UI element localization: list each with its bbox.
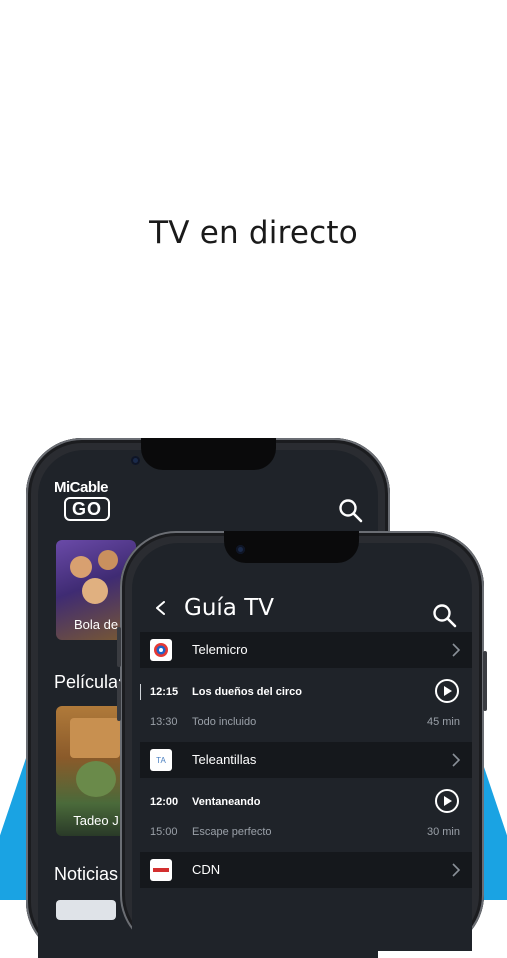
next-time: 15:00	[150, 826, 178, 838]
channel-name: Telemicro	[192, 642, 248, 657]
play-icon[interactable]	[434, 788, 460, 814]
now-time: 12:00	[150, 796, 179, 808]
current-time-marker	[140, 684, 141, 700]
channel-row-telemicro[interactable]: Telemicro	[140, 632, 472, 668]
now-time: 12:15	[150, 686, 179, 698]
channel-name: CDN	[192, 862, 221, 877]
next-title[interactable]: Todo incluido	[192, 716, 256, 728]
remaining-duration: 45 min	[426, 716, 460, 728]
search-icon[interactable]	[432, 603, 458, 629]
channel-row-cdn[interactable]: CDN	[140, 852, 472, 888]
play-icon[interactable]	[434, 678, 460, 704]
front-phone-frame: Guía TV Telemicro 12:15 Los dueños del c…	[117, 531, 487, 951]
svg-text:TA: TA	[156, 756, 166, 765]
chevron-right-icon	[452, 643, 461, 657]
front-phone-screen: Guía TV Telemicro 12:15 Los dueños del c…	[132, 543, 472, 951]
chevron-right-icon	[452, 863, 461, 877]
program-block-telemicro: 12:15 Los dueños del circo 13:30 Todo in…	[140, 674, 472, 744]
back-arrow-icon[interactable]	[154, 601, 168, 615]
news-thumbnail[interactable]	[56, 900, 116, 920]
next-title[interactable]: Escape perfecto	[192, 826, 272, 838]
page-title: Guía TV	[184, 595, 274, 621]
front-phone-notch	[224, 531, 359, 563]
chevron-right-icon	[452, 753, 461, 767]
camera-icon	[131, 456, 140, 465]
now-title[interactable]: Ventaneando	[192, 796, 260, 808]
program-block-teleantillas: 12:00 Ventaneando 15:00 Escape perfecto …	[140, 784, 472, 854]
headline: TV en directo	[149, 215, 358, 251]
teleantillas-logo-icon: TA	[150, 749, 172, 771]
channel-row-teleantillas[interactable]: TA Teleantillas	[140, 742, 472, 778]
next-time: 13:30	[150, 716, 178, 728]
cdn-logo-icon	[150, 859, 172, 881]
back-phone-notch	[131, 438, 276, 470]
camera-icon	[236, 545, 245, 554]
logo-line1: MiCable	[54, 479, 109, 496]
search-icon[interactable]	[338, 498, 364, 524]
telemicro-logo-icon	[150, 639, 172, 661]
section-news-title: Noticias	[54, 864, 119, 884]
logo-line2: GO	[64, 497, 110, 521]
micable-go-logo: MiCable GO	[54, 480, 116, 521]
channel-name: Teleantillas	[192, 752, 257, 767]
remaining-duration: 30 min	[426, 826, 460, 838]
now-title[interactable]: Los dueños del circo	[192, 686, 302, 698]
